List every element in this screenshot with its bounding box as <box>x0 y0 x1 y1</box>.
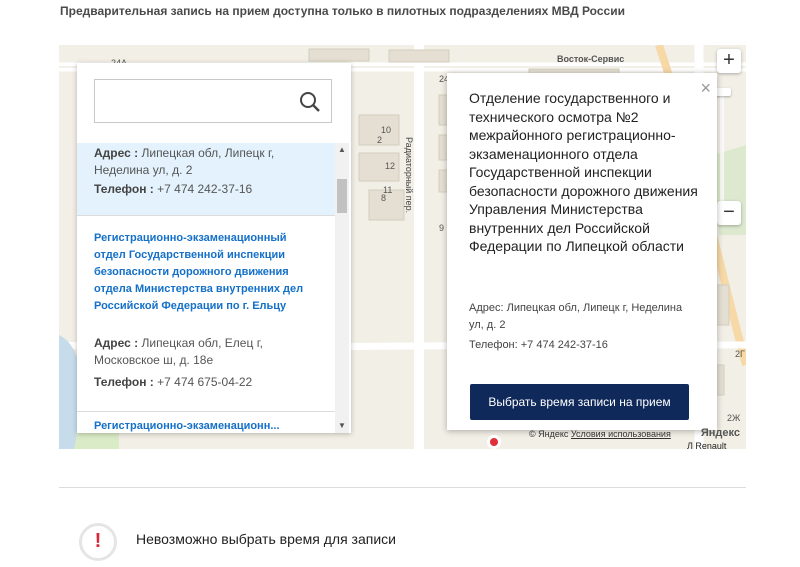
office-list: Адрес : Липецкая обл, Липецк г, Неделина… <box>77 143 335 433</box>
divider <box>59 487 746 488</box>
alert-message: Невозможно выбрать время для записи <box>136 531 396 547</box>
search-icon[interactable] <box>299 91 321 113</box>
item1-address: Адрес : Липецкая обл, Липецк г, Неделина… <box>94 145 324 179</box>
office-title-link-partial[interactable]: Регистрационно-экзаменационн... <box>94 420 309 432</box>
copyright-text: © Яндекс <box>529 429 569 439</box>
map-label-8: 8 <box>381 193 387 203</box>
office-list-panel: Адрес : Липецкая обл, Липецк г, Неделина… <box>77 63 351 433</box>
phone-value: +7 474 675-04-22 <box>157 375 253 389</box>
popup-office-title: Отделение государственного и техническог… <box>469 90 698 254</box>
office-title-link[interactable]: Регистрационно-экзаменационный отдел Гос… <box>94 230 309 315</box>
map-label-9: 9 <box>439 223 445 233</box>
map-copyright: © Яндекс Условия использования <box>529 429 671 439</box>
address-label: Адрес : <box>94 146 139 160</box>
popup-phone: Телефон: +7 474 242-37-16 <box>469 339 608 351</box>
phone-value: +7 474 242-37-16 <box>157 182 253 196</box>
pilot-notice: Предварительная запись на прием доступна… <box>60 4 625 18</box>
select-appointment-time-button[interactable]: Выбрать время записи на прием <box>470 384 689 420</box>
exclamation-icon: ! <box>94 530 102 552</box>
office-popup: × Отделение государственного и техническ… <box>447 73 717 430</box>
map-label-2zh: 2Ж <box>727 413 741 423</box>
zoom-slider-track[interactable] <box>720 88 724 208</box>
terms-link[interactable]: Условия использования <box>571 429 671 439</box>
map-label-renault: Л Renault <box>687 441 727 449</box>
item2-address: Адрес : Липецкая обл, Елец г, Московское… <box>94 335 294 369</box>
map-label-12: 12 <box>385 161 396 171</box>
list-item[interactable]: Регистрационно-экзаменационный отдел Гос… <box>77 216 335 412</box>
search-input[interactable] <box>94 79 332 123</box>
phone-label: Телефон : <box>94 182 154 196</box>
zoom-in-button[interactable]: + <box>717 49 741 73</box>
map[interactable]: Восток-Сервис 24А 24А 24 Радиаторный пер… <box>59 45 746 449</box>
item2-phone: Телефон : +7 474 675-04-22 <box>94 374 252 391</box>
item1-phone: Телефон : +7 474 242-37-16 <box>94 181 252 198</box>
address-label: Адрес : <box>94 336 139 350</box>
map-label-2: 2 <box>377 135 383 145</box>
scroll-up-arrow-icon[interactable]: ▲ <box>338 145 346 154</box>
list-scrollbar[interactable]: ▲ ▼ <box>335 143 349 433</box>
scrollbar-thumb[interactable] <box>337 179 347 213</box>
map-street-radiatorny: Радиаторный пер. <box>404 137 414 214</box>
close-icon[interactable]: × <box>700 79 711 97</box>
list-item-selected[interactable]: Адрес : Липецкая обл, Липецк г, Неделина… <box>77 143 335 216</box>
map-label-10: 10 <box>381 125 392 135</box>
scroll-down-arrow-icon[interactable]: ▼ <box>338 421 346 430</box>
popup-address: Адрес: Липецкая обл, Липецк г, Неделина … <box>469 302 683 331</box>
zoom-out-button[interactable]: − <box>717 201 741 225</box>
map-marker-icon[interactable] <box>487 435 501 449</box>
map-label-vostok-service: Восток-Сервис <box>557 54 625 64</box>
alert-icon: ! <box>79 523 117 561</box>
phone-label: Телефон : <box>94 375 154 389</box>
map-label-2g: 2Г <box>735 349 745 359</box>
yandex-logo: Яндекс <box>700 427 740 439</box>
